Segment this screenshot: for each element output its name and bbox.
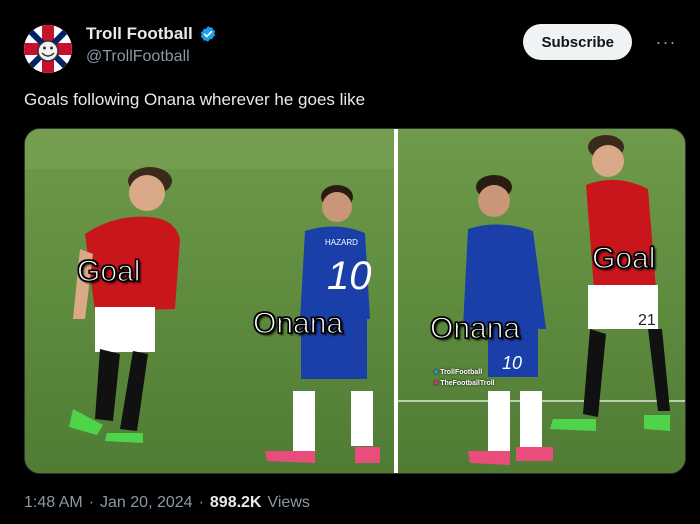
football-scene-left: 10 HAZARD — [25, 129, 394, 473]
author-name-row: Troll Football — [86, 24, 217, 44]
svg-text:10: 10 — [502, 353, 522, 373]
instagram-icon: ■ — [434, 380, 439, 387]
footer-separator: · — [88, 494, 95, 511]
footer-separator-2: · — [198, 494, 204, 511]
author-handle[interactable]: @TrollFootball — [86, 48, 190, 66]
watermark-text-1: TrollFootball — [440, 369, 483, 376]
post-header: Troll Football @TrollFootball Subscribe … — [24, 20, 680, 76]
watermark-twitter: ■ TrollFootball — [434, 367, 495, 378]
svg-text:10: 10 — [327, 254, 372, 298]
goal-label-left: Goal — [76, 254, 141, 288]
football-scene-right: 10 21 — [398, 129, 685, 473]
views-label: Views — [267, 494, 310, 511]
svg-text:21: 21 — [638, 312, 656, 329]
meme-panel-left: 10 HAZARD Goal Onana — [25, 129, 394, 473]
post-date[interactable]: Jan 20, 2024 — [100, 494, 193, 512]
verified-badge-icon[interactable] — [199, 25, 217, 43]
goal-label-right: Goal — [591, 241, 656, 275]
watermark: ■ TrollFootball ■ TheFootballTroll — [434, 367, 495, 389]
post-media-image[interactable]: 10 HAZARD Goal Onana 10 21 Goal Onana ■ … — [24, 128, 686, 474]
twitter-bird-icon: ■ — [434, 369, 439, 376]
watermark-instagram: ■ TheFootballTroll — [434, 378, 495, 389]
post-time[interactable]: 1:48 AM — [24, 494, 83, 512]
avatar[interactable] — [24, 25, 72, 73]
author-display-name[interactable]: Troll Football — [86, 24, 193, 44]
subscribe-button[interactable]: Subscribe — [523, 24, 632, 60]
onana-label-left: Onana — [252, 306, 344, 340]
more-options-icon[interactable]: ··· — [652, 28, 680, 56]
onana-label-right: Onana — [429, 311, 521, 345]
svg-text:HAZARD: HAZARD — [325, 238, 358, 247]
views-count[interactable]: 898.2K — [210, 494, 262, 512]
watermark-text-2: TheFootballTroll — [440, 380, 495, 387]
post-footer: 1:48 AM · Jan 20, 2024 · 898.2K Views — [24, 494, 310, 512]
troll-football-logo — [24, 25, 72, 73]
post-text: Goals following Onana wherever he goes l… — [24, 90, 366, 109]
meme-panel-right: 10 21 Goal Onana ■ TrollFootball ■ TheFo… — [398, 129, 685, 473]
